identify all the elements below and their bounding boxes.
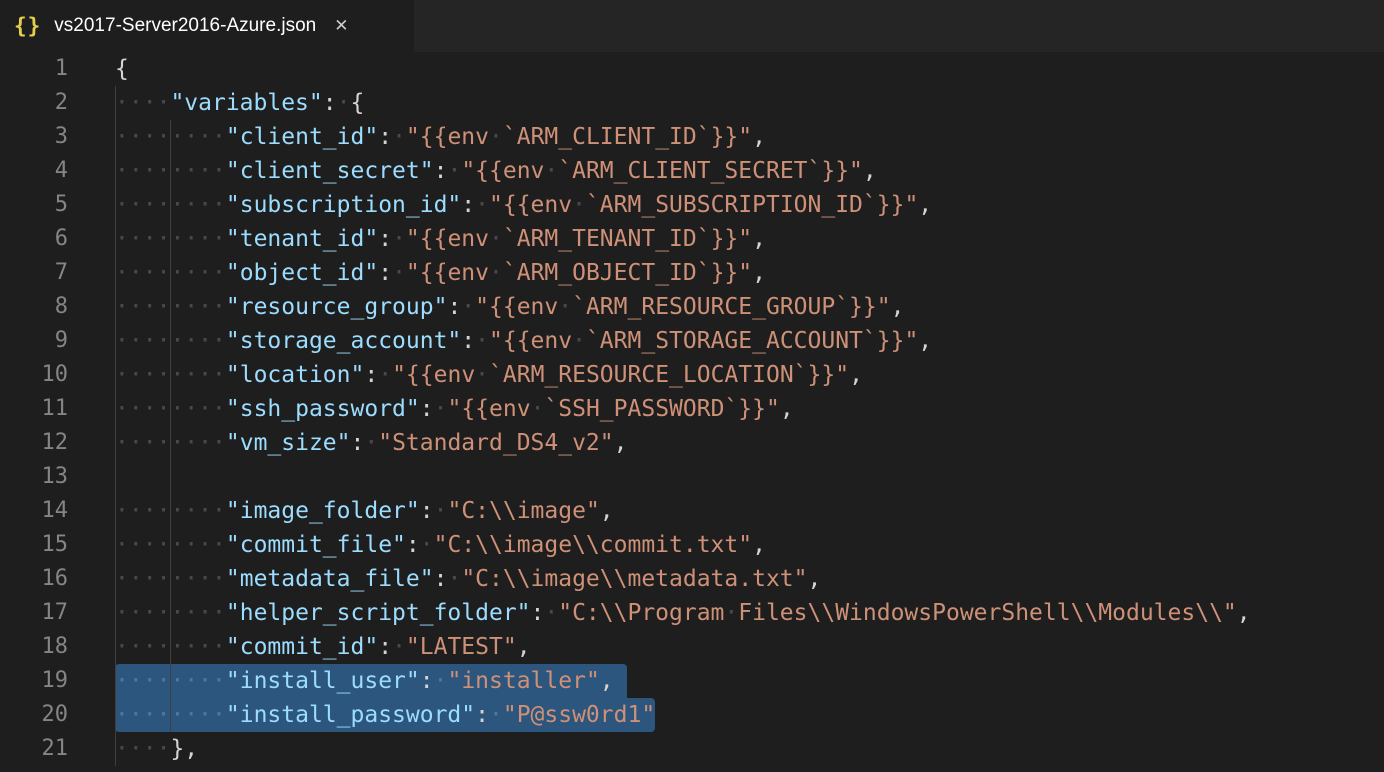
- code-line[interactable]: 21 ····},: [0, 732, 1384, 766]
- code-line[interactable]: 15 ········"commit_file":·"C:\\image\\com…: [0, 528, 1384, 562]
- line-content: ········"install_password":·"P@ssw0rd1": [115, 698, 655, 732]
- line-number[interactable]: 17: [0, 596, 68, 630]
- line-content: ········"subscription_id":·"{{env·`ARM_S…: [115, 188, 932, 222]
- line-content: ········"ssh_password":·"{{env·`SSH_PASS…: [115, 392, 794, 426]
- code-line[interactable]: 11 ········"ssh_password":·"{{env·`SSH_PA…: [0, 392, 1384, 426]
- line-content: ········"storage_account":·"{{env·`ARM_S…: [115, 324, 932, 358]
- code-line[interactable]: 4 ········"client_secret":·"{{env·`ARM_CL…: [0, 154, 1384, 188]
- line-content: ········"client_id":·"{{env·`ARM_CLIENT_…: [115, 120, 766, 154]
- line-number[interactable]: 8: [0, 290, 68, 324]
- tab-bar: {} vs2017-Server2016-Azure.json ✕: [0, 0, 1384, 52]
- indent-guide-level-1: [115, 86, 116, 766]
- json-file-icon: {}: [14, 14, 41, 38]
- line-content: ········"vm_size":·"Standard_DS4_v2",: [115, 426, 627, 460]
- code-line[interactable]: 13: [0, 460, 1384, 494]
- code-line[interactable]: 12 ········"vm_size":·"Standard_DS4_v2",: [0, 426, 1384, 460]
- code-line[interactable]: 2 ····"variables":·{: [0, 86, 1384, 120]
- tab-vs2017-server2016-azure[interactable]: {} vs2017-Server2016-Azure.json ✕: [0, 0, 414, 52]
- line-content: ········"image_folder":·"C:\\image",: [115, 494, 614, 528]
- line-content: ····},: [115, 732, 198, 766]
- code-line[interactable]: 8 ········"resource_group":·"{{env·`ARM_R…: [0, 290, 1384, 324]
- line-content: ········"resource_group":·"{{env·`ARM_RE…: [115, 290, 904, 324]
- line-content: ········"tenant_id":·"{{env·`ARM_TENANT_…: [115, 222, 766, 256]
- line-content: ········"object_id":·"{{env·`ARM_OBJECT_…: [115, 256, 766, 290]
- code-line[interactable]: 5 ········"subscription_id":·"{{env·`ARM_…: [0, 188, 1384, 222]
- line-number[interactable]: 21: [0, 732, 68, 766]
- line-number[interactable]: 1: [0, 52, 68, 86]
- code-line[interactable]: 18 ········"commit_id":·"LATEST",: [0, 630, 1384, 664]
- code-line[interactable]: 17 ········"helper_script_folder":·"C:\\P…: [0, 596, 1384, 630]
- tab-title: vs2017-Server2016-Azure.json: [54, 15, 316, 37]
- line-number[interactable]: 4: [0, 154, 68, 188]
- line-content: ········"client_secret":·"{{env·`ARM_CLI…: [115, 154, 877, 188]
- line-number[interactable]: 10: [0, 358, 68, 392]
- line-number[interactable]: 7: [0, 256, 68, 290]
- code-line[interactable]: 20 ········"install_password":·"P@ssw0rd1…: [0, 698, 1384, 732]
- line-content: ········"install_user":·"installer",: [115, 664, 614, 698]
- line-number[interactable]: 12: [0, 426, 68, 460]
- tab-close-icon[interactable]: ✕: [334, 16, 348, 36]
- line-number[interactable]: 2: [0, 86, 68, 120]
- line-number[interactable]: 14: [0, 494, 68, 528]
- line-content: {: [115, 52, 129, 86]
- line-number[interactable]: 18: [0, 630, 68, 664]
- line-number[interactable]: 16: [0, 562, 68, 596]
- line-content: ········"location":·"{{env·`ARM_RESOURCE…: [115, 358, 863, 392]
- code-line[interactable]: 1{: [0, 52, 1384, 86]
- line-number[interactable]: 6: [0, 222, 68, 256]
- line-number[interactable]: 13: [0, 460, 68, 494]
- line-number[interactable]: 15: [0, 528, 68, 562]
- code-area: 1{2····"variables":·{3········"client_id…: [0, 52, 1384, 766]
- code-line[interactable]: 14 ········"image_folder":·"C:\\image",: [0, 494, 1384, 528]
- line-number[interactable]: 20: [0, 698, 68, 732]
- line-number[interactable]: 19: [0, 664, 68, 698]
- line-content: ········"commit_file":·"C:\\image\\commi…: [115, 528, 766, 562]
- line-number[interactable]: 9: [0, 324, 68, 358]
- code-line[interactable]: 6 ········"tenant_id":·"{{env·`ARM_TENANT…: [0, 222, 1384, 256]
- vscode-window: { "tab": { "title": "vs2017-Server2016-A…: [0, 0, 1384, 772]
- code-line[interactable]: 3 ········"client_id":·"{{env·`ARM_CLIENT…: [0, 120, 1384, 154]
- editor-pane[interactable]: 1{2····"variables":·{3········"client_id…: [0, 52, 1384, 772]
- line-content: ········"helper_script_folder":·"C:\\Pro…: [115, 596, 1251, 630]
- code-line[interactable]: 19 ········"install_user":·"installer",: [0, 664, 1384, 698]
- line-content: ········"commit_id":·"LATEST",: [115, 630, 531, 664]
- code-line[interactable]: 10 ········"location":·"{{env·`ARM_RESOUR…: [0, 358, 1384, 392]
- code-line[interactable]: 9 ········"storage_account":·"{{env·`ARM_…: [0, 324, 1384, 358]
- line-content: ····"variables":·{: [115, 86, 364, 120]
- line-content: ········"metadata_file":·"C:\\image\\met…: [115, 562, 821, 596]
- line-number[interactable]: 5: [0, 188, 68, 222]
- line-number[interactable]: 11: [0, 392, 68, 426]
- code-line[interactable]: 16 ········"metadata_file":·"C:\\image\\m…: [0, 562, 1384, 596]
- line-number[interactable]: 3: [0, 120, 68, 154]
- code-line[interactable]: 7 ········"object_id":·"{{env·`ARM_OBJECT…: [0, 256, 1384, 290]
